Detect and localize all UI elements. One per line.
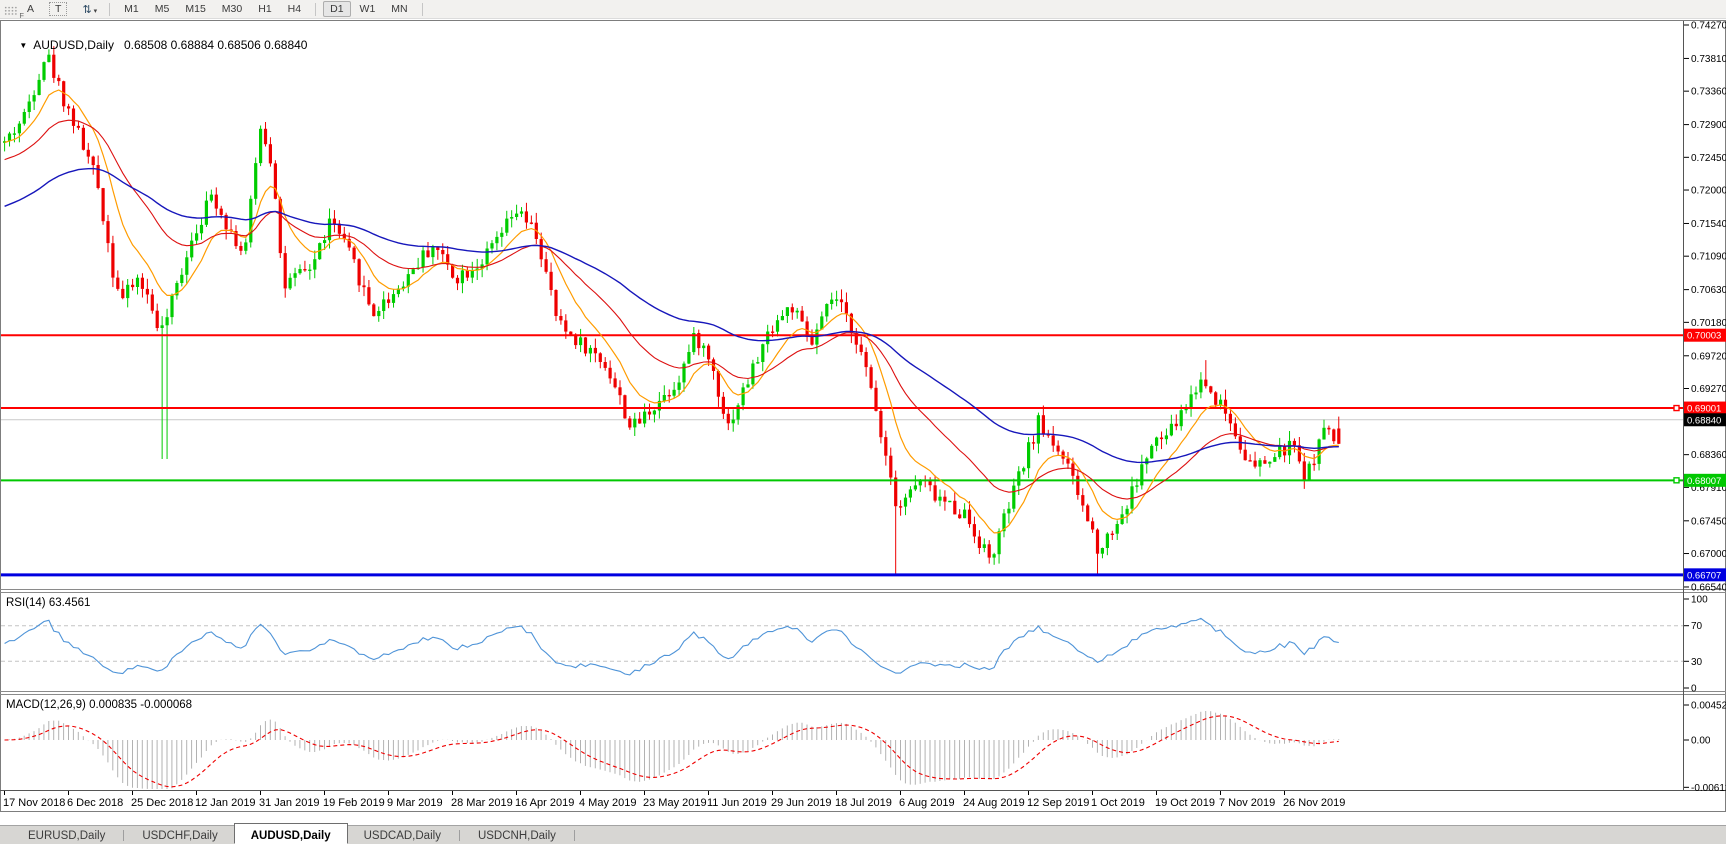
- timeframe-buttons: M1M5M15M30H1H4 D1W1MN: [116, 1, 415, 17]
- collapse-triangle-icon[interactable]: ▼: [19, 41, 27, 50]
- price-tick-label: 0.71540: [1691, 219, 1726, 230]
- price-tick-label: 0.73360: [1691, 87, 1726, 98]
- price-tick-label: 0.71090: [1691, 252, 1726, 263]
- date-label: 11 Jun 2019: [707, 797, 767, 809]
- rsi-indicator-label: RSI(14) 63.4561: [6, 597, 90, 609]
- line-endpoint-handle[interactable]: [1674, 406, 1679, 411]
- trading-terminal: F A T ⇅▾ M1M5M15M30H1H4 D1W1MN ▼ AUDUSD,Da…: [0, 0, 1726, 844]
- price-tick-label: 0.69720: [1691, 351, 1726, 362]
- date-label: 1 Oct 2019: [1091, 797, 1145, 809]
- cursor-mode-icon[interactable]: ⇅▾: [77, 3, 101, 16]
- font-tool-button[interactable]: A: [22, 3, 39, 15]
- date-label: 6 Dec 2018: [67, 797, 123, 809]
- price-tick-label: 0.70180: [1691, 318, 1726, 329]
- price-badge-label: 0.69001: [1687, 404, 1721, 415]
- date-label: 23 May 2019: [643, 797, 707, 809]
- price-tick-label: 0.72450: [1691, 153, 1726, 164]
- symbol-tab-bar: EURUSD,DailyUSDCHF,DailyAUDUSD,DailyUSDC…: [0, 825, 1726, 844]
- price-tick-label: 0.70630: [1691, 285, 1726, 296]
- chevron-down-icon: ▾: [94, 8, 97, 15]
- macd-tick-label: 0.004528: [1691, 700, 1726, 711]
- chart-symbol: AUDUSD,Daily: [33, 38, 114, 52]
- text-tool-button[interactable]: T: [49, 2, 67, 16]
- tab-usdcad[interactable]: USDCAD,Daily: [348, 826, 457, 844]
- date-label: 17 Nov 2018: [3, 797, 65, 809]
- rsi-tick-label: 100: [1691, 595, 1708, 606]
- price-tick-label: 0.67450: [1691, 516, 1726, 527]
- date-label: 4 May 2019: [579, 797, 636, 809]
- date-label: 25 Dec 2018: [131, 797, 193, 809]
- toolbar-grip-icon[interactable]: F: [4, 6, 17, 15]
- rsi-tick-label: 70: [1691, 621, 1703, 632]
- price-badge-label: 0.68007: [1687, 476, 1721, 487]
- rsi-tick-label: 30: [1691, 657, 1703, 668]
- date-label: 24 Aug 2019: [963, 797, 1025, 809]
- price-tick-label: 0.73810: [1691, 54, 1726, 65]
- timeframe-button-m15[interactable]: M15: [178, 1, 212, 17]
- tab-divider: [574, 830, 575, 841]
- price-tick-label: 0.67000: [1691, 549, 1726, 560]
- timeframe-button-d1[interactable]: D1: [323, 1, 350, 17]
- tab-audusd[interactable]: AUDUSD,Daily: [234, 823, 348, 844]
- price-badge-label: 0.70003: [1687, 331, 1721, 342]
- date-label: 12 Jan 2019: [195, 797, 256, 809]
- price-tick-label: 0.72900: [1691, 120, 1726, 131]
- chart-title: ▼ AUDUSD,Daily 0.68508 0.68884 0.68506 0.6…: [6, 24, 307, 66]
- line-endpoint-handle[interactable]: [1674, 478, 1679, 483]
- date-label: 19 Oct 2019: [1155, 797, 1215, 809]
- tab-divider: [459, 830, 460, 841]
- date-label: 29 Jun 2019: [771, 797, 832, 809]
- tab-eurusd[interactable]: EURUSD,Daily: [12, 826, 121, 844]
- timeframe-button-m5[interactable]: M5: [148, 1, 177, 17]
- toolbar-separator: [422, 3, 423, 16]
- toolbar-separator: [109, 3, 110, 16]
- date-label: 19 Feb 2019: [323, 797, 385, 809]
- macd-tick-label: -0.006122: [1691, 783, 1726, 794]
- date-label: 16 Apr 2019: [515, 797, 574, 809]
- tab-usdchf[interactable]: USDCHF,Daily: [126, 826, 233, 844]
- chart-canvas[interactable]: 0.74270 0.73810 0.73360 0.72900 0.72450 0.720…: [0, 20, 1726, 812]
- timeframe-button-mn[interactable]: MN: [384, 1, 414, 17]
- price-tick-label: 0.66540: [1691, 582, 1726, 593]
- top-toolbar: F A T ⇅▾ M1M5M15M30H1H4 D1W1MN: [0, 0, 1726, 19]
- tab-divider: [123, 830, 124, 841]
- macd-tick-label: 0.00: [1691, 736, 1711, 747]
- tab-usdcnh[interactable]: USDCNH,Daily: [462, 826, 572, 844]
- price-tick-label: 0.74270: [1691, 20, 1726, 31]
- price-tick-label: 0.69270: [1691, 384, 1726, 395]
- timeframe-button-h1[interactable]: H1: [251, 1, 278, 17]
- toolbar-separator: [315, 3, 316, 16]
- timeframe-button-h4[interactable]: H4: [281, 1, 308, 17]
- date-label: 18 Jul 2019: [835, 797, 892, 809]
- price-tick-label: 0.68360: [1691, 450, 1726, 461]
- date-label: 28 Mar 2019: [451, 797, 513, 809]
- timeframe-button-m30[interactable]: M30: [215, 1, 249, 17]
- price-badge-label: 0.66707: [1687, 570, 1721, 581]
- rsi-tick-label: 0: [1691, 684, 1697, 695]
- price-tick-label: 0.72000: [1691, 186, 1726, 197]
- date-label: 6 Aug 2019: [899, 797, 955, 809]
- timeframe-button-m1[interactable]: M1: [117, 1, 146, 17]
- date-label: 7 Nov 2019: [1219, 797, 1275, 809]
- date-label: 12 Sep 2019: [1027, 797, 1089, 809]
- chart-ohlc: 0.68508 0.68884 0.68506 0.68840: [124, 38, 308, 52]
- macd-indicator-label: MACD(12,26,9) 0.000835 -0.000068: [6, 699, 192, 711]
- chart-background: [0, 20, 1726, 812]
- timeframe-button-w1[interactable]: W1: [353, 1, 383, 17]
- date-label: 9 Mar 2019: [387, 797, 443, 809]
- price-badge-label: 0.68840: [1687, 415, 1721, 426]
- date-label: 31 Jan 2019: [259, 797, 320, 809]
- date-label: 26 Nov 2019: [1283, 797, 1345, 809]
